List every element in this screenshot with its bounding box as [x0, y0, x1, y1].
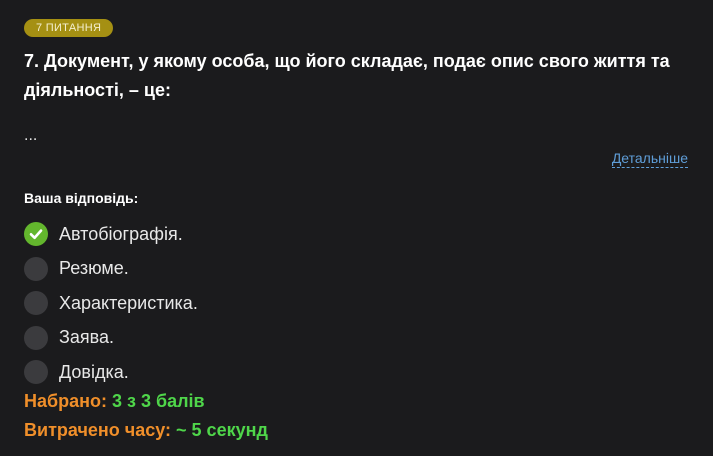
- answer-option-1[interactable]: Автобіографія.: [24, 217, 198, 252]
- radio-unchecked-icon: [24, 325, 48, 350]
- answer-option-label: Автобіографія.: [59, 223, 183, 244]
- score-label: Набрано:: [24, 391, 107, 411]
- question-number-badge: 7 ПИТАННЯ: [24, 19, 114, 37]
- checkmark-icon: [24, 222, 48, 247]
- time-summary: Витрачено часу: ~ 5 секунд: [24, 420, 268, 441]
- answer-option-5[interactable]: Довідка.: [24, 355, 198, 390]
- time-value: ~ 5 секунд: [176, 420, 268, 440]
- question-card: 7 ПИТАННЯ 7. Документ, у якому особа, що…: [0, 0, 713, 456]
- answer-option-3[interactable]: Характеристика.: [24, 286, 198, 321]
- answer-option-2[interactable]: Резюме.: [24, 252, 198, 287]
- radio-unchecked-icon: [24, 291, 48, 316]
- details-link[interactable]: Детальніше: [611, 150, 688, 168]
- answer-option-4[interactable]: Заява.: [24, 321, 198, 356]
- radio-unchecked-icon: [24, 360, 48, 385]
- answer-option-label: Довідка.: [59, 361, 129, 382]
- time-label: Витрачено часу:: [24, 420, 172, 440]
- answer-option-label: Резюме.: [59, 258, 129, 279]
- answer-option-label: Характеристика.: [59, 292, 198, 313]
- answer-options: Автобіографія. Резюме. Характеристика. З…: [24, 217, 198, 390]
- answer-option-label: Заява.: [59, 327, 115, 348]
- score-summary: Набрано: 3 з 3 балів: [24, 391, 205, 412]
- radio-unchecked-icon: [24, 256, 48, 281]
- score-value: 3 з 3 балів: [112, 391, 205, 411]
- question-text: 7. Документ, у якому особа, що його скла…: [24, 51, 670, 100]
- your-answer-label: Ваша відповідь:: [24, 190, 139, 206]
- question-ellipsis: ...: [24, 127, 38, 144]
